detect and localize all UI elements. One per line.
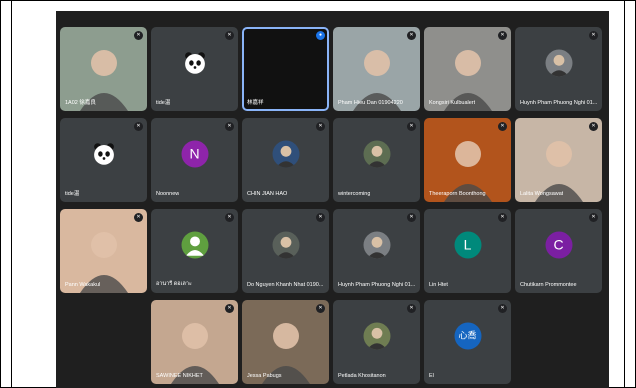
participant-tile[interactable]: C ✕ Chutikarn Prommontee <box>515 209 602 293</box>
participant-video <box>262 323 310 384</box>
initial-avatar: 心喬 <box>454 322 481 350</box>
mic-muted-icon: ✕ <box>407 213 416 222</box>
participant-video <box>353 50 401 111</box>
participant-video <box>80 232 128 293</box>
frame-right-rule <box>624 1 625 387</box>
participant-name: Chutikarn Prommontee <box>520 282 577 288</box>
mic-muted-icon: ✕ <box>134 122 143 131</box>
profile-photo <box>272 231 299 259</box>
participant-name: Do Nguyen Khanh Nhat 0190... <box>247 282 324 288</box>
participant-name: tide温 <box>156 100 171 106</box>
participant-name: Lin Htet <box>429 282 448 288</box>
participant-name: Pham Hieu Dan 01904220 <box>338 100 403 106</box>
mic-muted-icon: ✕ <box>316 213 325 222</box>
initial-avatar: C <box>545 231 572 259</box>
participant-name: Huynh Pham Phuong Nghi 01... <box>520 100 598 106</box>
profile-photo <box>545 49 572 77</box>
participant-video <box>444 141 492 202</box>
mic-muted-icon: ✕ <box>498 304 507 313</box>
panda-avatar-icon <box>90 140 117 168</box>
participant-video <box>171 323 219 384</box>
participant-name: 林嘉祥 <box>247 100 264 106</box>
speaking-indicator-icon: ● <box>316 31 325 40</box>
mic-muted-icon: ✕ <box>225 122 234 131</box>
participant-tile[interactable]: 心喬 ✕ El <box>424 300 511 384</box>
mic-muted-icon: ✕ <box>589 31 598 40</box>
participant-name: Pann Wakakul <box>65 282 101 288</box>
participant-tile[interactable]: ✕ Huynh Pham Phuong Nghi 01... <box>333 209 420 293</box>
profile-photo <box>363 231 390 259</box>
panda-avatar-icon <box>181 49 208 77</box>
participant-tile[interactable]: ✕ Do Nguyen Khanh Nhat 0190... <box>242 209 329 293</box>
profile-photo <box>272 140 299 168</box>
mic-muted-icon: ✕ <box>134 31 143 40</box>
mic-muted-icon: ✕ <box>134 213 143 222</box>
profile-photo <box>363 322 390 350</box>
participant-name: tide温 <box>65 191 80 197</box>
mic-muted-icon: ✕ <box>316 304 325 313</box>
participant-tile[interactable]: ✕ อานารี ดอเลาะ <box>151 209 238 293</box>
participant-tile[interactable]: ✕ Huynh Pham Phuong Nghi 01... <box>515 27 602 111</box>
participant-name: 1A02 徐嘉良 <box>65 100 96 106</box>
participant-tile[interactable]: ✕ 1A02 徐嘉良 <box>60 27 147 111</box>
initial-avatar: L <box>454 231 481 259</box>
mic-muted-icon: ✕ <box>225 31 234 40</box>
participant-tile[interactable]: ✕ CHIN JIAN HAO <box>242 118 329 202</box>
initial-avatar: N <box>181 140 208 168</box>
participant-name: SAWINEE NIKHET <box>156 373 203 379</box>
mic-muted-icon: ✕ <box>589 122 598 131</box>
mic-muted-icon: ✕ <box>498 31 507 40</box>
participant-tile[interactable]: ● 林嘉祥 <box>242 27 329 111</box>
participant-tile[interactable]: ✕ tide温 <box>60 118 147 202</box>
participant-name: Lalita Wongsawat <box>520 191 564 197</box>
participant-tile[interactable]: ✕ Pham Hieu Dan 01904220 <box>333 27 420 111</box>
participant-tile[interactable]: ✕ Kongsiri Kulbualert <box>424 27 511 111</box>
mic-muted-icon: ✕ <box>316 122 325 131</box>
mic-muted-icon: ✕ <box>407 304 416 313</box>
participant-video <box>535 141 583 202</box>
mic-muted-icon: ✕ <box>407 31 416 40</box>
mic-muted-icon: ✕ <box>225 304 234 313</box>
participant-tile[interactable]: ✕ Theeraporn Boonthong <box>424 118 511 202</box>
participant-name: Petlada Khositanon <box>338 373 386 379</box>
participant-tile[interactable]: ✕ Petlada Khositanon <box>333 300 420 384</box>
mic-muted-icon: ✕ <box>225 213 234 222</box>
participant-name: wintercoming <box>338 191 371 197</box>
video-call-grid: ✕ 1A02 徐嘉良 ✕ tide温 ● 林嘉祥 ✕ Pham Hieu Dan 019042… <box>56 11 609 388</box>
participant-name: Kongsiri Kulbualert <box>429 100 476 106</box>
participant-name: CHIN JIAN HAO <box>247 191 288 197</box>
mic-muted-icon: ✕ <box>498 122 507 131</box>
participant-tile[interactable]: ✕ Lalita Wongsawat <box>515 118 602 202</box>
frame-left-rule <box>11 1 12 387</box>
participant-name: El <box>429 373 434 379</box>
participant-tile[interactable]: ✕ tide温 <box>151 27 238 111</box>
mic-muted-icon: ✕ <box>407 122 416 131</box>
participant-tile[interactable]: ✕ Jessa Pabugs <box>242 300 329 384</box>
profile-photo <box>363 140 390 168</box>
participant-tile[interactable]: ✕ SAWINEE NIKHET <box>151 300 238 384</box>
participant-name: Noonnew <box>156 191 180 197</box>
participant-name: Jessa Pabugs <box>247 373 282 379</box>
participant-tile[interactable]: L ✕ Lin Htet <box>424 209 511 293</box>
mic-muted-icon: ✕ <box>498 213 507 222</box>
participant-name: อานารี ดอเลาะ <box>156 281 192 287</box>
participant-video <box>444 50 492 111</box>
participant-tile[interactable]: ✕ Pann Wakakul <box>60 209 147 293</box>
participant-name: Theeraporn Boonthong <box>429 191 486 197</box>
default-user-icon <box>181 231 208 259</box>
participant-tile[interactable]: ✕ wintercoming <box>333 118 420 202</box>
participant-name: Huynh Pham Phuong Nghi 01... <box>338 282 416 288</box>
mic-muted-icon: ✕ <box>589 213 598 222</box>
participant-tile[interactable]: N ✕ Noonnew <box>151 118 238 202</box>
